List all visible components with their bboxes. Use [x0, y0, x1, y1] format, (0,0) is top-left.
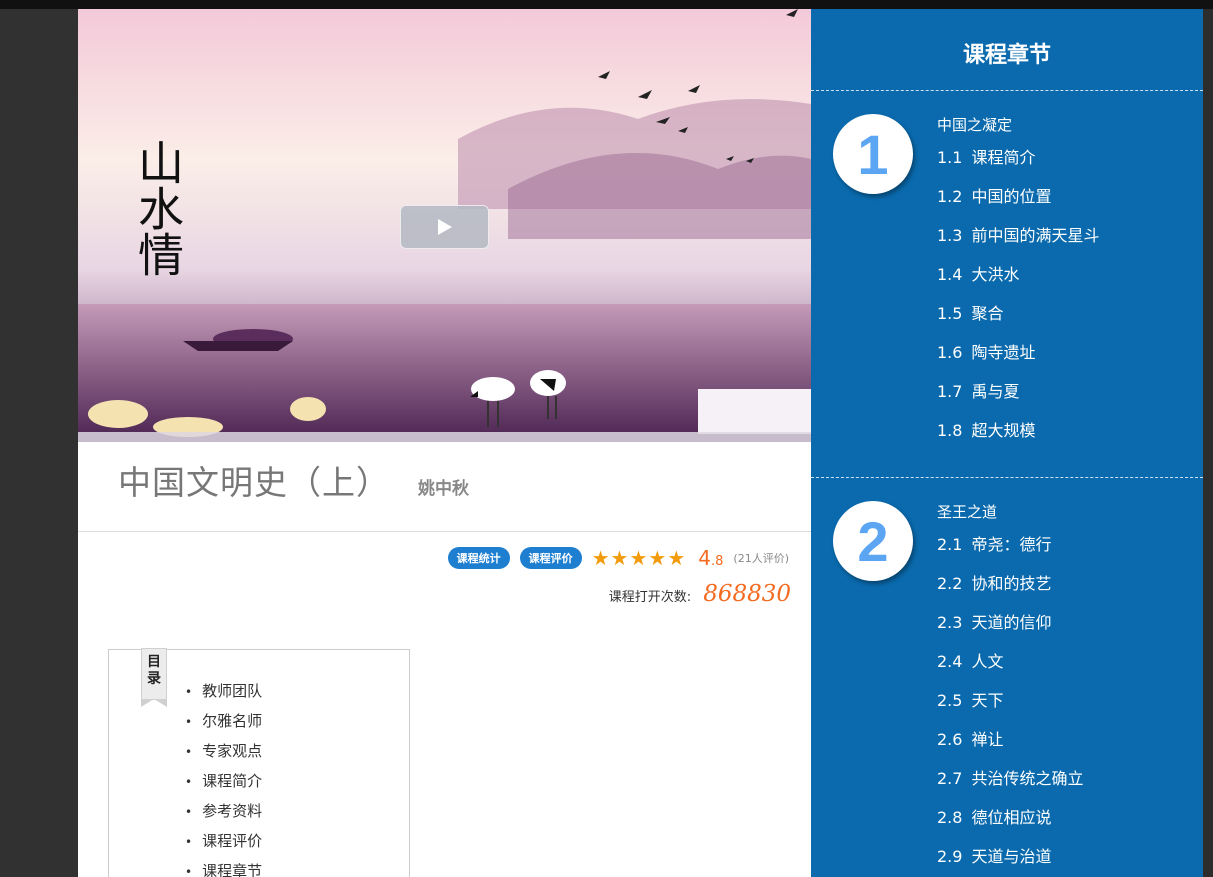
toc-ribbon: 目录	[141, 648, 167, 707]
toc-item[interactable]: 课程简介	[189, 766, 262, 796]
lesson-number: 2.2	[937, 574, 963, 593]
lesson-title: 共治传统之确立	[971, 769, 1084, 788]
star-icon: ★	[648, 546, 667, 570]
lesson-number: 2.7	[937, 769, 963, 788]
lesson-item[interactable]: 1.8 超大规模	[937, 420, 1099, 459]
lesson-number: 1.4	[937, 265, 963, 284]
chapter-number-badge: 2	[833, 501, 913, 581]
video-player[interactable]: 山水情	[78, 9, 811, 442]
lesson-list: 2.1 帝尧：德行 2.2 协和的技艺 2.3 天道的信仰 2.4 人文 2.5 天下 2…	[937, 534, 1083, 877]
star-icon: ★	[667, 546, 686, 570]
toc-item[interactable]: 课程章节	[189, 856, 262, 877]
toc-item[interactable]: 专家观点	[189, 736, 262, 766]
lesson-title: 禅让	[971, 730, 1004, 749]
lesson-number: 2.6	[937, 730, 963, 749]
lesson-title: 大洪水	[971, 265, 1020, 284]
star-icon: ★	[610, 546, 629, 570]
lesson-item[interactable]: 2.2 协和的技艺	[937, 573, 1083, 612]
open-count-label: 课程打开次数:	[608, 590, 692, 605]
chapter-panel: 课程章节 1 中国之凝定 1.1 课程简介 1.2 中国的位置 1.3 前中国的满天星…	[811, 9, 1203, 877]
lesson-number: 2.3	[937, 613, 963, 632]
course-title: 中国文明史（上）	[118, 463, 390, 502]
chapter-name[interactable]: 圣王之道	[937, 501, 997, 522]
lesson-number: 2.9	[937, 847, 963, 866]
video-control-bar[interactable]	[78, 432, 811, 442]
open-count-value: 868830	[703, 581, 791, 607]
lesson-item[interactable]: 2.6 禅让	[937, 729, 1083, 768]
lesson-title: 禹与夏	[971, 382, 1020, 401]
rating-score: 4.8	[698, 546, 723, 570]
lesson-number: 2.5	[937, 691, 963, 710]
lesson-number: 2.8	[937, 808, 963, 827]
lesson-item[interactable]: 2.1 帝尧：德行	[937, 534, 1083, 573]
lesson-title: 陶寺遗址	[971, 343, 1036, 362]
lesson-item[interactable]: 1.4 大洪水	[937, 264, 1099, 303]
toc-list: 教师团队 尔雅名师 专家观点 课程简介 参考资料 课程评价 课程章节	[189, 676, 262, 877]
chapter-number-badge: 1	[833, 114, 913, 194]
teacher-name[interactable]: 姚中秋	[418, 474, 469, 499]
divider	[811, 90, 1203, 91]
lesson-title: 课程简介	[971, 148, 1036, 167]
lesson-item[interactable]: 2.4 人文	[937, 651, 1083, 690]
toc-item[interactable]: 教师团队	[189, 676, 262, 706]
lesson-item[interactable]: 1.7 禹与夏	[937, 381, 1099, 420]
course-review-button[interactable]: 课程评价	[519, 547, 582, 569]
lesson-number: 1.6	[937, 343, 963, 362]
star-icon: ★	[629, 546, 648, 570]
course-stats-row: 课程统计 课程评价 ★ ★ ★ ★ ★ 4.8 (21人评价)	[438, 545, 789, 571]
lesson-title: 天道与治道	[971, 847, 1052, 866]
lesson-item[interactable]: 2.8 德位相应说	[937, 807, 1083, 846]
lesson-number: 2.4	[937, 652, 963, 671]
lesson-list: 1.1 课程简介 1.2 中国的位置 1.3 前中国的满天星斗 1.4 大洪水 1.5 聚…	[937, 147, 1099, 459]
lesson-title: 德位相应说	[971, 808, 1052, 827]
course-title-row: 中国文明史（上） 姚中秋	[118, 456, 469, 506]
table-of-contents: 目录 教师团队 尔雅名师 专家观点 课程简介 参考资料 课程评价 课程章节	[108, 648, 410, 877]
lesson-item[interactable]: 1.2 中国的位置	[937, 186, 1099, 225]
open-count-row: 课程打开次数: 868830	[609, 581, 791, 607]
lesson-title: 前中国的满天星斗	[971, 226, 1100, 245]
lesson-title: 聚合	[971, 304, 1004, 323]
rating-integer: 4	[698, 546, 711, 570]
lesson-item[interactable]: 2.5 天下	[937, 690, 1083, 729]
lesson-number: 2.1	[937, 535, 963, 554]
top-bar	[0, 0, 1213, 9]
toc-item[interactable]: 参考资料	[189, 796, 262, 826]
lesson-item[interactable]: 2.7 共治传统之确立	[937, 768, 1083, 807]
lesson-number: 1.8	[937, 421, 963, 440]
course-page: 山水情 中国文明史（上） 姚中秋 课程统计 课程评价 ★ ★ ★ ★ ★ 4.8…	[78, 9, 811, 877]
divider	[78, 531, 811, 532]
lesson-number: 1.2	[937, 187, 963, 206]
lesson-item[interactable]: 1.3 前中国的满天星斗	[937, 225, 1099, 264]
right-scroll-gutter[interactable]	[1203, 9, 1213, 877]
rating-decimal: .8	[711, 554, 724, 569]
rating-count: (21人评价)	[733, 552, 789, 565]
course-stats-button[interactable]: 课程统计	[447, 547, 510, 569]
svg-text:山水情: 山水情	[131, 139, 185, 277]
lesson-item[interactable]: 1.6 陶寺遗址	[937, 342, 1099, 381]
lesson-item[interactable]: 2.9 天道与治道	[937, 846, 1083, 877]
lesson-item[interactable]: 1.5 聚合	[937, 303, 1099, 342]
lesson-item[interactable]: 2.3 天道的信仰	[937, 612, 1083, 651]
toc-item[interactable]: 尔雅名师	[189, 706, 262, 736]
lesson-title: 天下	[971, 691, 1004, 710]
play-icon	[437, 219, 452, 235]
play-button[interactable]	[400, 205, 489, 249]
lesson-title: 超大规模	[971, 421, 1036, 440]
star-icon: ★	[591, 546, 610, 570]
lesson-title: 帝尧：德行	[971, 535, 1052, 554]
lesson-number: 1.5	[937, 304, 963, 323]
toc-item[interactable]: 课程评价	[189, 826, 262, 856]
lesson-number: 1.1	[937, 148, 963, 167]
lesson-title: 天道的信仰	[971, 613, 1052, 632]
lesson-number: 1.7	[937, 382, 963, 401]
lesson-title: 协和的技艺	[971, 574, 1052, 593]
chapter-panel-title: 课程章节	[962, 43, 1051, 68]
rating-stars: ★ ★ ★ ★ ★	[592, 548, 687, 568]
divider	[811, 477, 1203, 478]
lesson-title: 中国的位置	[971, 187, 1052, 206]
lesson-title: 人文	[971, 652, 1004, 671]
chapter-name[interactable]: 中国之凝定	[937, 114, 1012, 135]
lesson-number: 1.3	[937, 226, 963, 245]
lesson-item[interactable]: 1.1 课程简介	[937, 147, 1099, 186]
